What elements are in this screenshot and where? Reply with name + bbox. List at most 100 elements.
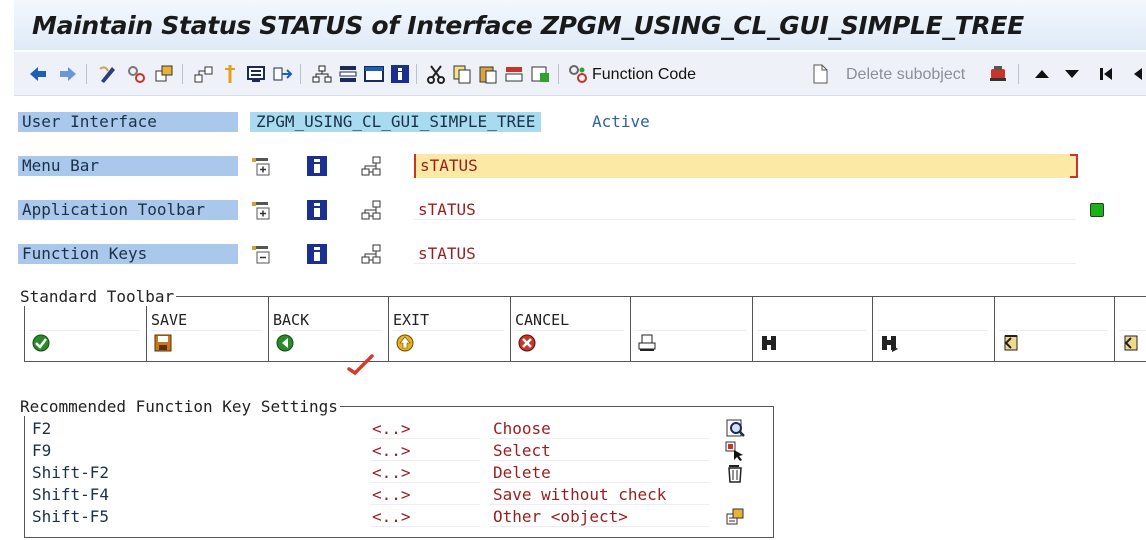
hierarchy-icon[interactable] (192, 62, 216, 86)
recommended-keys-title: Recommended Function Key Settings (20, 397, 340, 416)
copy-icon[interactable] (450, 62, 474, 86)
cell-label[interactable] (635, 309, 746, 331)
standard-toolbar-cell[interactable] (873, 297, 995, 361)
first-page-icon[interactable] (1094, 62, 1118, 86)
cell-label[interactable]: CANCEL (515, 309, 624, 331)
delete-icon (728, 465, 742, 483)
fkey-label: Shift-F5 (32, 507, 110, 526)
expand-menu-icon[interactable] (250, 155, 272, 177)
info-icon[interactable] (306, 243, 328, 265)
insert-row-icon[interactable] (502, 62, 526, 86)
transport-icon[interactable] (986, 62, 1010, 86)
fkey-code-field[interactable]: <..> (372, 418, 411, 440)
cell-label[interactable] (29, 309, 140, 331)
delete-subobject-button[interactable]: Delete subobject (846, 66, 965, 84)
function-code-icon[interactable] (566, 62, 590, 86)
fkey-code-field[interactable]: <..> (372, 462, 411, 484)
forward-arrow-icon[interactable] (56, 62, 80, 86)
structure-icon[interactable] (310, 62, 334, 86)
menu-bar-field[interactable]: sTATUS (414, 154, 1078, 178)
navigate-icon[interactable] (270, 62, 294, 86)
menu-bar-label: Menu Bar (18, 156, 238, 176)
standard-toolbar-cell[interactable]: CANCEL (511, 297, 631, 361)
standard-toolbar-cell[interactable]: SAVE (147, 297, 269, 361)
function-code-button[interactable]: Function Code (592, 66, 696, 84)
cell-label[interactable]: BACK (273, 309, 382, 331)
other-object-icon (726, 508, 744, 525)
cell-label[interactable] (1119, 309, 1146, 331)
field-bracket (1070, 154, 1078, 178)
standard-toolbar-cell[interactable] (631, 297, 753, 361)
fkey-text-field[interactable]: Select (493, 440, 551, 462)
standard-toolbar-cell[interactable] (753, 297, 873, 361)
where-used-icon[interactable] (360, 243, 382, 265)
paste-icon[interactable] (476, 62, 500, 86)
info-icon[interactable] (306, 155, 328, 177)
display-change-icon[interactable] (96, 62, 120, 86)
other-object-icon[interactable] (124, 62, 148, 86)
status-indicator (1090, 203, 1104, 217)
fkey-label: Shift-F4 (32, 485, 110, 504)
cell-label[interactable]: EXIT (393, 309, 504, 331)
cell-label[interactable] (999, 309, 1108, 331)
fkey-label: F2 (32, 419, 52, 438)
back-icon (276, 334, 294, 352)
interface-status-text: Active (592, 112, 650, 131)
fkey-label: Shift-F2 (32, 463, 110, 482)
activate-icon[interactable] (218, 62, 242, 86)
user-interface-field[interactable]: ZPGM_USING_CL_GUI_SIMPLE_TREE (250, 112, 542, 132)
title-bar: Maintain Status STATUS of Interface ZPGM… (14, 0, 1146, 50)
standard-toolbar-title: Standard Toolbar (20, 287, 177, 306)
fkey-text-field[interactable]: Delete (493, 462, 551, 484)
object-list-icon[interactable] (152, 62, 176, 86)
fkey-code-field[interactable]: <..> (372, 440, 411, 462)
user-interface-label: User Interface (18, 112, 238, 132)
layout-icon[interactable] (336, 62, 360, 86)
cut-icon[interactable] (424, 62, 448, 86)
find-next-icon (882, 336, 898, 352)
application-toolbar-field[interactable]: sTATUS (414, 200, 1076, 220)
application-toolbar-label: Application Toolbar (18, 200, 238, 220)
where-used-icon[interactable] (360, 199, 382, 221)
checkmark-annotation-icon (347, 354, 374, 376)
select-icon (725, 441, 743, 461)
exit-icon (396, 334, 414, 352)
standard-toolbar-cell[interactable] (25, 297, 147, 361)
append-row-icon[interactable] (528, 62, 552, 86)
fkey-text-field[interactable]: Choose (493, 418, 551, 440)
cell-label[interactable]: SAVE (151, 309, 262, 331)
collapse-keys-icon[interactable] (250, 243, 272, 265)
cell-label[interactable] (877, 309, 988, 331)
check-icon (32, 334, 50, 352)
page-title: Maintain Status STATUS of Interface ZPGM… (32, 11, 1024, 40)
cancel-icon (518, 334, 536, 352)
where-used-icon[interactable] (360, 155, 382, 177)
expand-toolbar-icon[interactable] (250, 199, 272, 221)
back-arrow-icon[interactable] (26, 62, 50, 86)
application-toolbar: Function Code Delete subobject (14, 52, 1146, 96)
info-icon[interactable] (306, 199, 328, 221)
window-icon[interactable] (362, 62, 386, 86)
info-icon[interactable] (388, 62, 412, 86)
standard-toolbar-cell[interactable] (995, 297, 1115, 361)
standard-toolbar-group: SAVE BACK EXIT CANCEL (24, 296, 1146, 362)
fkey-code-field[interactable]: <..> (372, 484, 411, 506)
standard-toolbar-cell[interactable]: EXIT (389, 297, 511, 361)
fkey-code-field[interactable]: <..> (372, 506, 411, 528)
standard-toolbar-cell[interactable] (1115, 297, 1146, 361)
function-keys-field[interactable]: sTATUS (414, 244, 1076, 264)
save-icon (154, 334, 172, 352)
fkey-text-field[interactable]: Other <object> (493, 506, 628, 528)
fkey-text-field[interactable]: Save without check (493, 484, 666, 506)
previous-page-icon (1124, 335, 1138, 351)
fkey-label: F9 (32, 441, 52, 460)
first-page-icon (1004, 335, 1018, 351)
screen-icon[interactable] (244, 62, 268, 86)
previous-page-icon[interactable] (1124, 62, 1146, 86)
document-icon[interactable] (808, 62, 832, 86)
scroll-down-icon[interactable] (1060, 62, 1084, 86)
choose-icon (726, 419, 745, 437)
cell-label[interactable] (757, 309, 866, 331)
scroll-up-icon[interactable] (1030, 62, 1054, 86)
find-icon (762, 336, 776, 350)
